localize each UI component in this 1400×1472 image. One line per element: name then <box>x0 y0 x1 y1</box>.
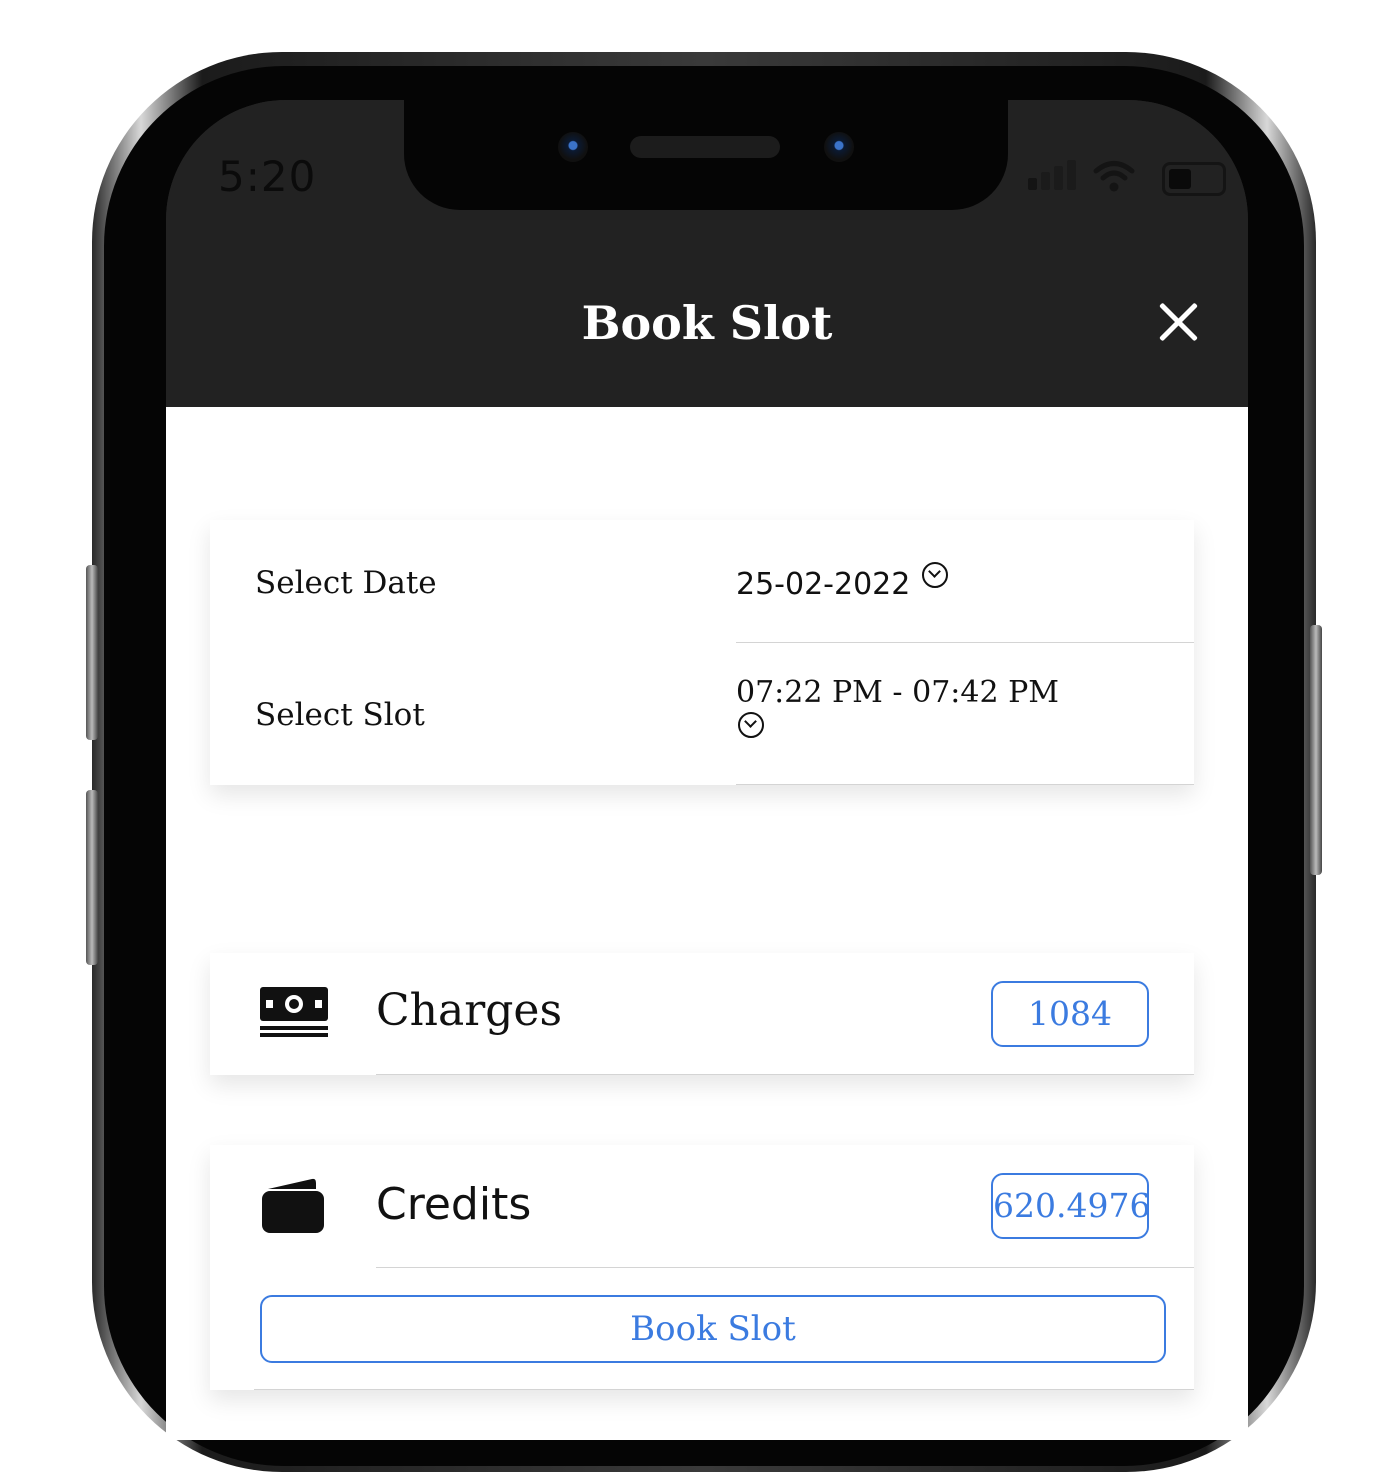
page-title: Book Slot <box>581 296 833 350</box>
credits-value: 620.4976 <box>991 1173 1149 1239</box>
book-slot-button[interactable]: Book Slot <box>260 1295 1166 1363</box>
camera-icon <box>558 132 588 162</box>
slot-picker[interactable]: 07:22 PM - 07:42 PM <box>736 675 1136 747</box>
phone-side-button-left-1 <box>86 565 98 740</box>
status-icons <box>1026 156 1226 196</box>
notch <box>404 100 1008 210</box>
credits-label: Credits <box>376 1179 532 1230</box>
signal-icon <box>1026 156 1082 196</box>
charges-card: Charges 1084 <box>210 953 1194 1075</box>
phone-screen: 5:20 Book Slot Select Date 25-02-2022 Se… <box>166 100 1248 1440</box>
date-value: 25-02-2022 <box>736 567 911 602</box>
date-divider <box>736 642 1194 643</box>
date-slot-card: Select Date 25-02-2022 Select Slot 07:22… <box>210 520 1194 785</box>
book-divider <box>254 1389 1194 1390</box>
credits-divider <box>376 1267 1194 1268</box>
battery-icon <box>1162 162 1226 196</box>
charges-label: Charges <box>376 985 563 1036</box>
wifi-icon <box>1093 161 1135 192</box>
chevron-down-icon <box>738 712 764 738</box>
select-date-label: Select Date <box>255 565 437 601</box>
phone-side-button-left-2 <box>86 790 98 965</box>
content-area: Select Date 25-02-2022 Select Slot 07:22… <box>166 407 1248 1440</box>
sensor-icon <box>824 132 854 162</box>
select-slot-label: Select Slot <box>255 697 425 733</box>
speaker-grille <box>630 136 780 158</box>
phone-side-button-right <box>1310 625 1322 875</box>
date-picker[interactable]: 25-02-2022 <box>736 562 949 602</box>
money-icon <box>260 987 328 1037</box>
credits-card: Credits 620.4976 Book Slot <box>210 1145 1194 1390</box>
chevron-down-icon <box>922 562 949 588</box>
close-button[interactable] <box>1156 300 1200 344</box>
charges-value: 1084 <box>991 981 1149 1047</box>
status-time: 5:20 <box>218 152 317 201</box>
slot-divider <box>736 784 1194 785</box>
app-header: 5:20 Book Slot <box>166 100 1248 407</box>
slot-value: 07:22 PM - 07:42 PM <box>736 675 1059 710</box>
charges-divider <box>376 1074 1194 1075</box>
wallet-icon <box>262 1178 324 1233</box>
